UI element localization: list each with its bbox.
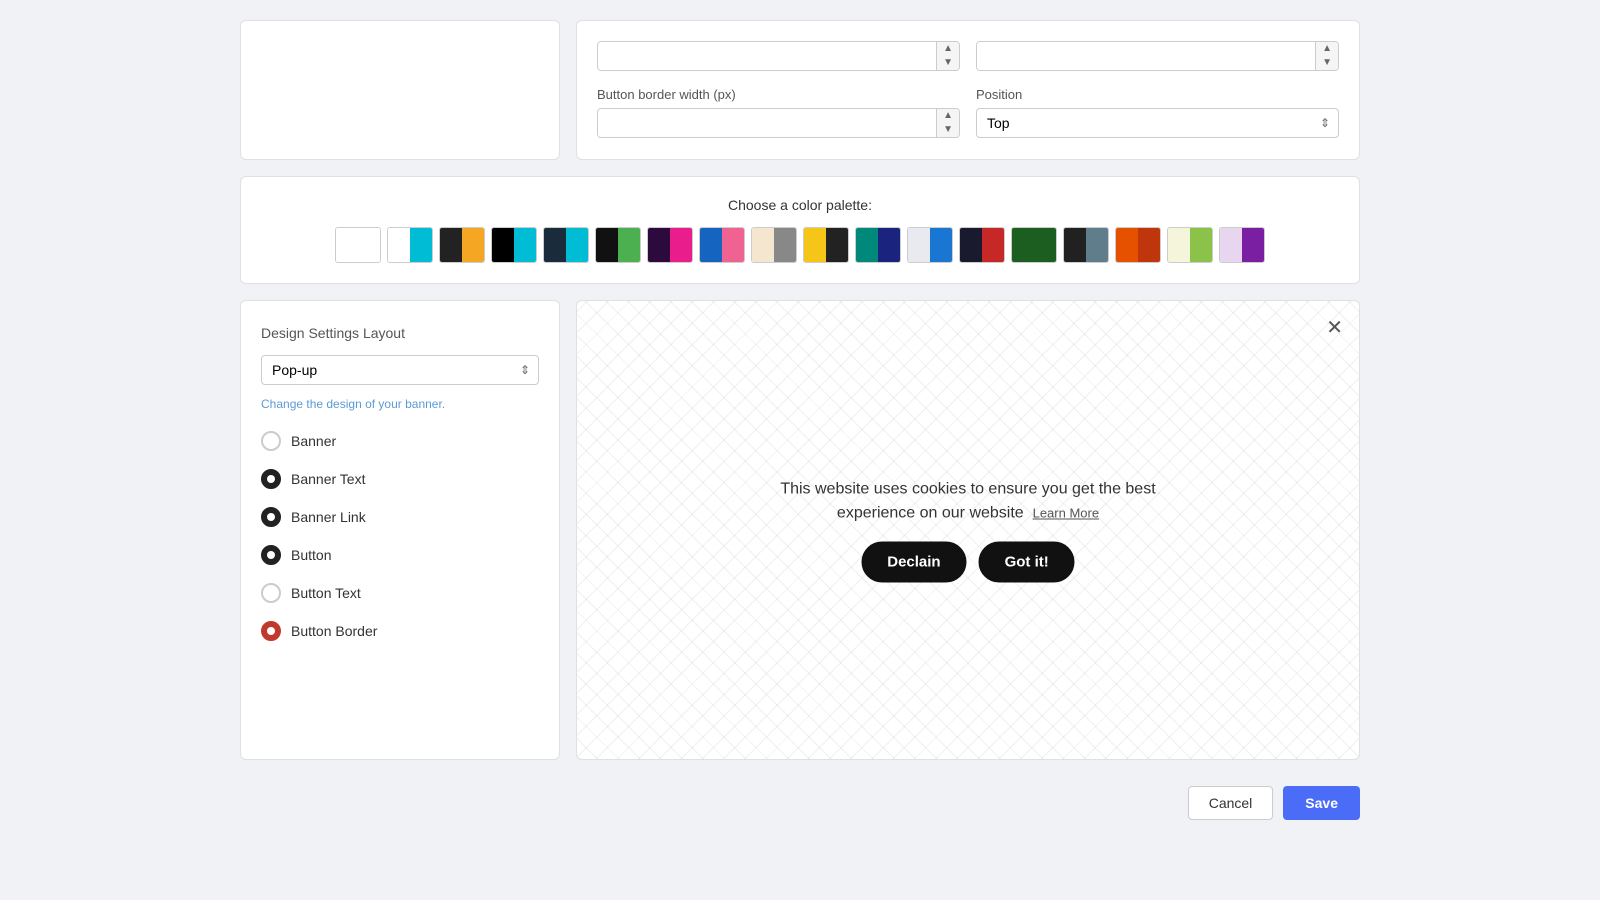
- radio-item-banner[interactable]: Banner: [261, 431, 539, 451]
- color-swatch-11[interactable]: [907, 227, 953, 263]
- radio-circle-banner-text: [261, 469, 281, 489]
- preview-panel: ✕ This website uses cookies to ensure yo…: [576, 300, 1360, 760]
- radio-item-banner-text[interactable]: Banner Text: [261, 469, 539, 489]
- color-swatch-15[interactable]: [1115, 227, 1161, 263]
- cookie-message: This website uses cookies to ensure you …: [773, 478, 1164, 526]
- padding-spinner: ▲ ▼: [936, 42, 959, 70]
- padding-value-down-btn[interactable]: ▼: [1316, 56, 1338, 70]
- border-width-input[interactable]: 2: [598, 109, 936, 137]
- cancel-button[interactable]: Cancel: [1188, 786, 1274, 820]
- color-swatch-12[interactable]: [959, 227, 1005, 263]
- radio-label-button: Button: [291, 547, 331, 563]
- color-swatch-0[interactable]: [335, 227, 381, 263]
- color-swatch-9[interactable]: [803, 227, 849, 263]
- color-swatch-6[interactable]: [647, 227, 693, 263]
- palette-swatches: [261, 227, 1339, 263]
- radio-circle-button-text: [261, 583, 281, 603]
- padding-value-input[interactable]: 20: [977, 42, 1315, 70]
- radio-label-button-border: Button Border: [291, 623, 377, 639]
- padding-up-btn[interactable]: ▲: [937, 42, 959, 56]
- design-radio-list: Banner Banner Text Banner Link Button Button…: [261, 431, 539, 641]
- padding-field-group: 20px ▲ ▼: [597, 41, 960, 71]
- accept-button[interactable]: Got it!: [979, 542, 1075, 583]
- cookie-buttons: Declain Got it!: [773, 542, 1164, 583]
- color-swatch-13[interactable]: [1011, 227, 1057, 263]
- color-swatch-2[interactable]: [439, 227, 485, 263]
- color-swatch-4[interactable]: [543, 227, 589, 263]
- design-hint: Change the design of your banner.: [261, 397, 539, 411]
- padding-input[interactable]: 20px: [598, 42, 936, 70]
- padding-value-up-btn[interactable]: ▲: [1316, 42, 1338, 56]
- cookie-message-text: This website uses cookies to ensure you …: [780, 481, 1155, 522]
- top-left-panel: [240, 20, 560, 160]
- radio-item-button[interactable]: Button: [261, 545, 539, 565]
- design-select-group: Pop-up Banner Floating ⇕: [261, 355, 539, 385]
- radio-item-button-text[interactable]: Button Text: [261, 583, 539, 603]
- padding-value-group: 20 ▲ ▼: [976, 41, 1339, 71]
- save-button[interactable]: Save: [1283, 786, 1360, 820]
- radio-item-banner-link[interactable]: Banner Link: [261, 507, 539, 527]
- color-swatch-5[interactable]: [595, 227, 641, 263]
- decline-button[interactable]: Declain: [861, 542, 966, 583]
- border-width-group: Button border width (px) 2 ▲ ▼: [597, 87, 960, 138]
- preview-close-button[interactable]: ✕: [1326, 315, 1343, 340]
- border-width-up-btn[interactable]: ▲: [937, 109, 959, 123]
- padding-value-spinner: ▲ ▼: [1315, 42, 1338, 70]
- border-width-down-btn[interactable]: ▼: [937, 123, 959, 137]
- design-select-wrapper: Pop-up Banner Floating ⇕: [261, 355, 539, 385]
- position-group: Position Top Bottom Left Right ⇕: [976, 87, 1339, 138]
- footer-actions: Cancel Save: [240, 776, 1360, 830]
- padding-down-btn[interactable]: ▼: [937, 56, 959, 70]
- border-width-label: Button border width (px): [597, 87, 960, 102]
- radio-circle-banner-link: [261, 507, 281, 527]
- border-width-wrapper: 2 ▲ ▼: [597, 108, 960, 138]
- design-settings-panel: Design Settings Layout Pop-up Banner Flo…: [240, 300, 560, 760]
- radio-circle-button: [261, 545, 281, 565]
- design-select-arrow: ⇕: [512, 363, 538, 377]
- color-swatch-7[interactable]: [699, 227, 745, 263]
- design-settings-title: Design Settings Layout: [261, 325, 539, 341]
- palette-panel: Choose a color palette:: [240, 176, 1360, 284]
- radio-label-banner-text: Banner Text: [291, 471, 365, 487]
- radio-item-button-border[interactable]: Button Border: [261, 621, 539, 641]
- cookie-popup: This website uses cookies to ensure you …: [773, 478, 1164, 583]
- padding-input-wrapper: 20px ▲ ▼: [597, 41, 960, 71]
- radio-label-banner: Banner: [291, 433, 336, 449]
- radio-circle-banner: [261, 431, 281, 451]
- border-width-spinner: ▲ ▼: [936, 109, 959, 137]
- padding-value-wrapper: 20 ▲ ▼: [976, 41, 1339, 71]
- learn-more-link[interactable]: Learn More: [1033, 506, 1099, 521]
- position-select-arrow: ⇕: [1312, 116, 1338, 130]
- color-swatch-16[interactable]: [1167, 227, 1213, 263]
- design-layout-select[interactable]: Pop-up Banner Floating: [262, 356, 512, 384]
- palette-title: Choose a color palette:: [261, 197, 1339, 213]
- color-swatch-17[interactable]: [1219, 227, 1265, 263]
- position-select[interactable]: Top Bottom Left Right: [977, 109, 1312, 137]
- color-swatch-8[interactable]: [751, 227, 797, 263]
- radio-label-button-text: Button Text: [291, 585, 361, 601]
- position-select-wrapper: Top Bottom Left Right ⇕: [976, 108, 1339, 138]
- color-swatch-3[interactable]: [491, 227, 537, 263]
- color-swatch-1[interactable]: [387, 227, 433, 263]
- radio-circle-button-border: [261, 621, 281, 641]
- radio-label-banner-link: Banner Link: [291, 509, 366, 525]
- top-right-panel: 20px ▲ ▼ 20 ▲ ▼: [576, 20, 1360, 160]
- position-label: Position: [976, 87, 1339, 102]
- color-swatch-10[interactable]: [855, 227, 901, 263]
- color-swatch-14[interactable]: [1063, 227, 1109, 263]
